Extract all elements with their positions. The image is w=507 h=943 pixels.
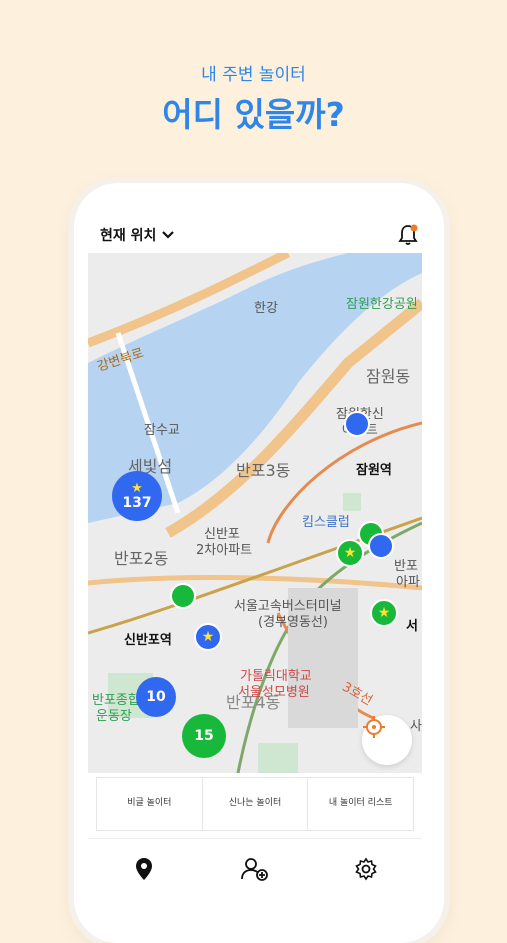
map-label-kims-club: 킴스클럽 xyxy=(302,515,350,530)
cluster-count: 10 xyxy=(146,689,166,705)
filter-beagle-playground[interactable]: 비글 놀이터 xyxy=(97,778,203,830)
map-label-side-s: 서 xyxy=(406,619,418,634)
map-label-sinbanpo-station: 신반포역 xyxy=(124,633,172,648)
nav-friends[interactable] xyxy=(199,839,310,899)
star-icon: ★ xyxy=(131,480,143,496)
map-view[interactable]: 한강 잠원한강공원 강변북로 잠원동 잠원한신 아파트 잠수교 세빛섬 반포3동… xyxy=(88,253,422,773)
map-label-banpo3dong: 반포3동 xyxy=(236,461,291,480)
filter-my-playground-list[interactable]: 내 놀이터 리스트 xyxy=(308,778,413,830)
map-label-park: 잠원한강공원 xyxy=(346,297,418,312)
map-label-banpo-sports2: 운동장 xyxy=(96,709,132,724)
location-pin-icon xyxy=(135,858,152,880)
map-label-banpo-apt-r2: 아파 xyxy=(396,575,420,590)
location-label: 현재 위치 xyxy=(100,228,157,244)
add-friend-icon xyxy=(241,858,268,881)
promo-headline: 어디 있을까? xyxy=(162,95,345,134)
starred-playground-marker[interactable]: ★ xyxy=(370,599,398,627)
crosshair-icon xyxy=(363,716,385,738)
filter-fun-playground[interactable]: 신나는 놀이터 xyxy=(203,778,309,830)
cluster-count: 15 xyxy=(194,728,214,744)
filter-tabs: 비글 놀이터 신나는 놀이터 내 놀이터 리스트 xyxy=(96,777,414,831)
playground-marker[interactable] xyxy=(170,583,196,609)
promo-subtitle: 내 주변 놀이터 xyxy=(201,65,306,85)
star-icon: ★ xyxy=(377,605,391,621)
star-icon: ★ xyxy=(343,545,357,561)
map-label-jamwon-station: 잠원역 xyxy=(356,463,392,478)
playground-cluster-10[interactable]: 10 xyxy=(136,677,176,717)
map-label-jamwon-dong: 잠원동 xyxy=(366,367,411,386)
map-label-jamsugyo: 잠수교 xyxy=(144,423,180,438)
map-label-bus-terminal2: (경부영동선) xyxy=(258,615,328,630)
playground-cluster-15[interactable]: 15 xyxy=(182,714,226,758)
current-location-button[interactable] xyxy=(362,715,412,765)
settings-gear-icon xyxy=(355,857,378,881)
map-label-hangang: 한강 xyxy=(254,301,278,316)
map-label-sinbanpo-apt2: 2차아파트 xyxy=(196,543,253,558)
starred-playground-marker[interactable]: ★ xyxy=(336,539,364,567)
playground-marker[interactable] xyxy=(344,411,370,437)
cluster-count: 137 xyxy=(122,494,152,511)
notification-bell-icon[interactable] xyxy=(396,223,420,247)
starred-playground-marker[interactable]: ★ xyxy=(194,623,222,651)
map-label-banpo4dong: 반포4동 xyxy=(226,693,281,712)
playground-marker[interactable] xyxy=(368,533,394,559)
nav-settings[interactable] xyxy=(311,839,422,899)
chevron-down-icon xyxy=(162,231,175,239)
app-top-bar: 현재 위치 xyxy=(88,219,422,253)
bottom-nav xyxy=(88,838,422,899)
playground-cluster-137[interactable]: ★ 137 xyxy=(112,471,162,521)
location-selector[interactable]: 현재 위치 xyxy=(100,225,175,245)
nav-map[interactable] xyxy=(88,839,199,899)
star-icon: ★ xyxy=(201,629,215,645)
map-label-side-a: 사 xyxy=(410,719,422,734)
map-label-banpo2dong: 반포2동 xyxy=(114,549,169,568)
phone-frame: 현재 위치 한강 잠원한강공원 강변북로 잠원동 잠수교 세빛섬 반포3동 잠원… xyxy=(74,183,444,943)
